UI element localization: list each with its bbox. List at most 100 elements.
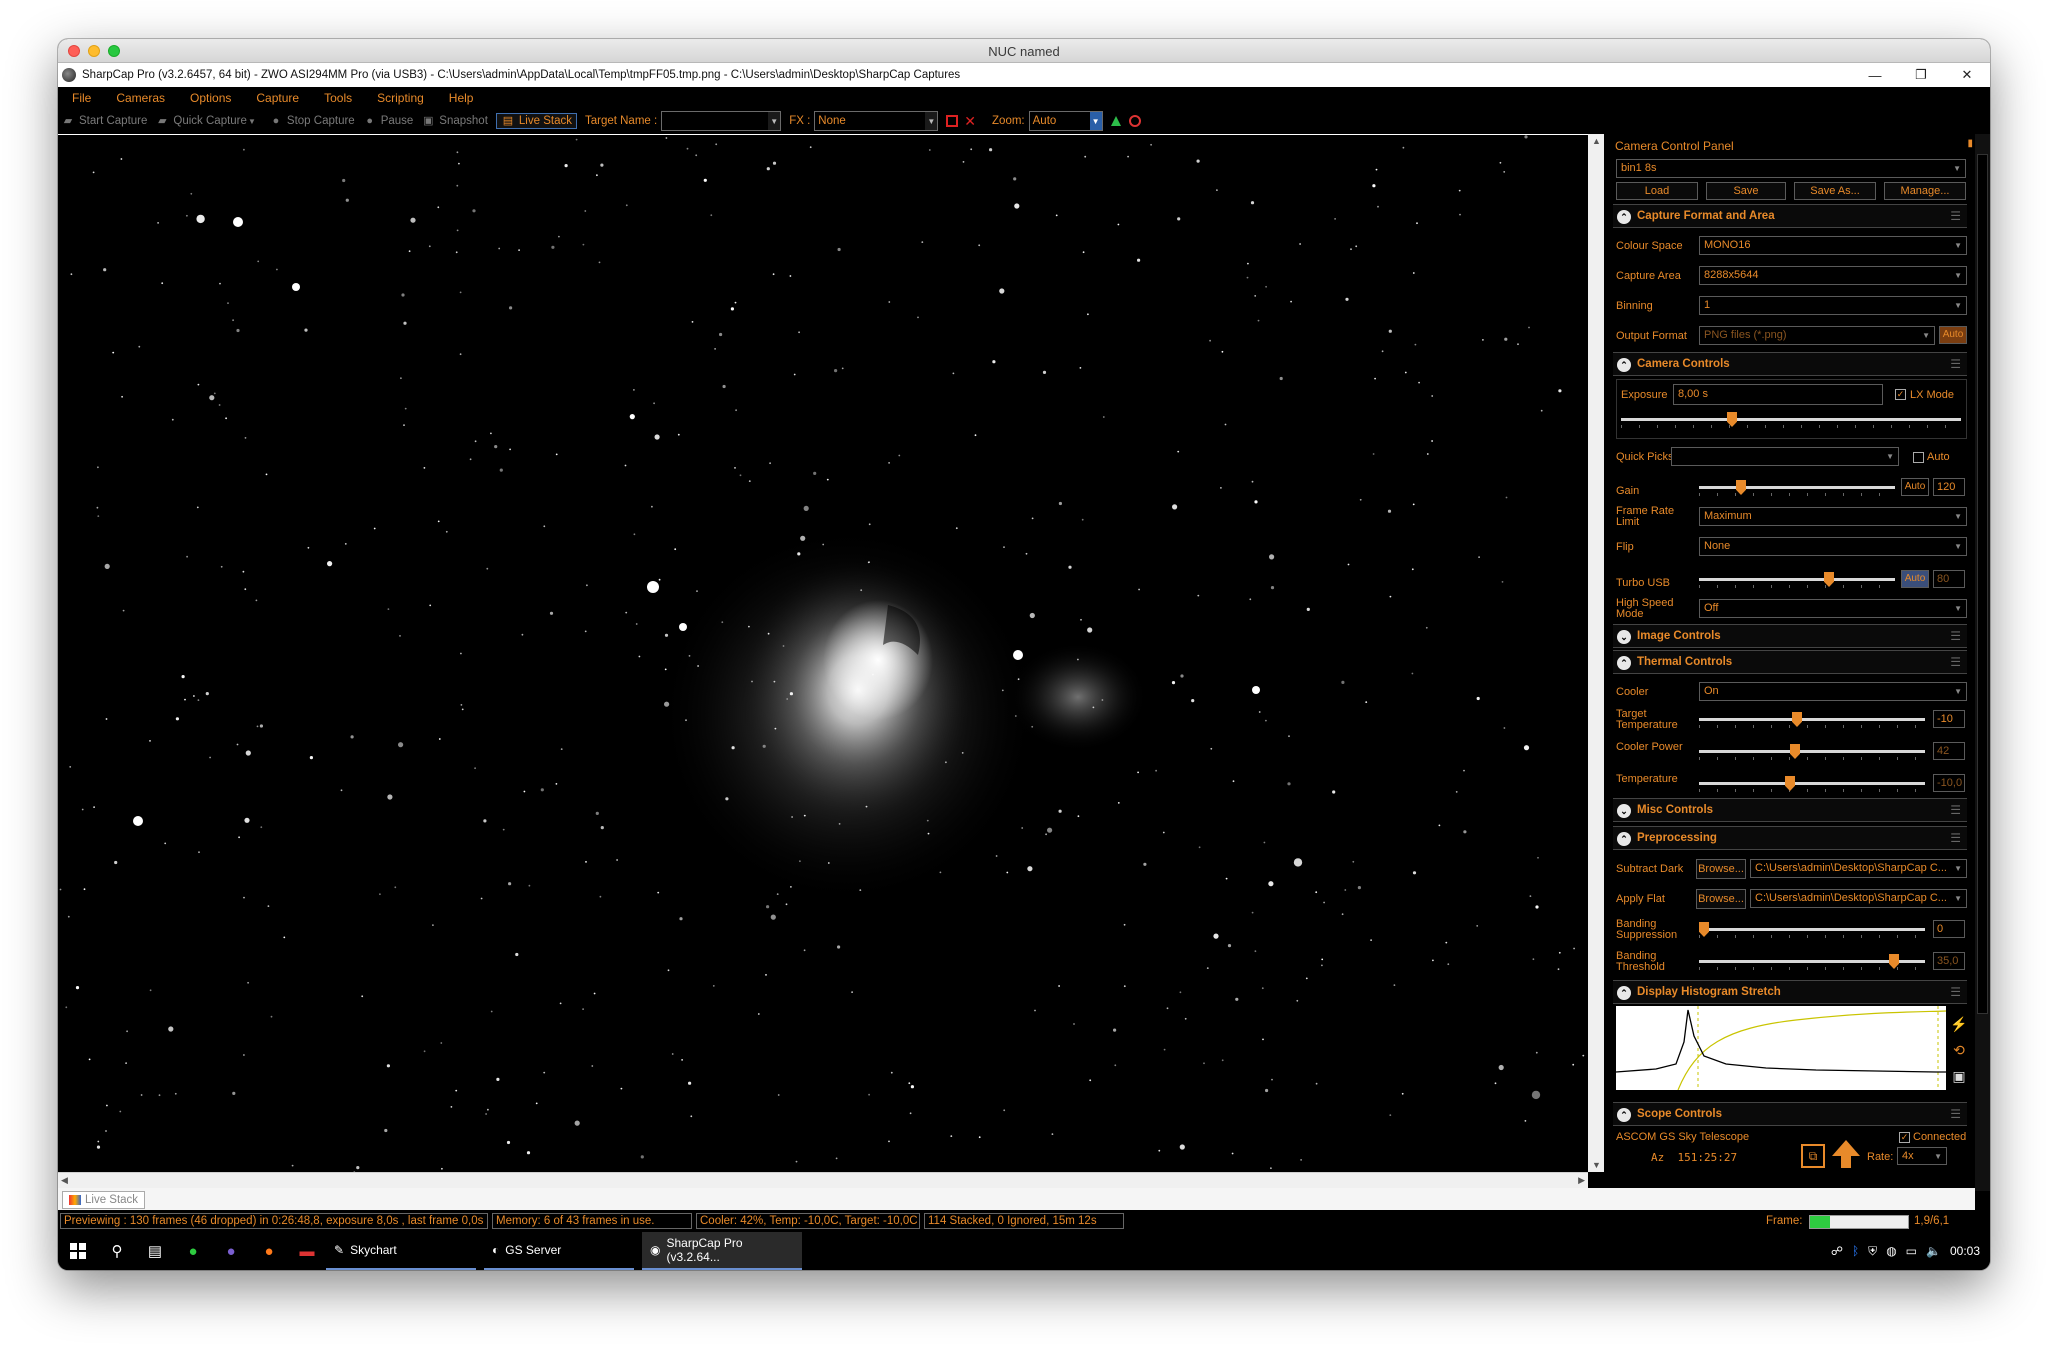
menu-icon[interactable]: ☰ xyxy=(1950,357,1961,371)
start-capture-button[interactable]: ▰ Start Capture xyxy=(61,115,148,127)
gain-slider[interactable] xyxy=(1699,480,1895,496)
chevron-down-icon[interactable]: ▼ xyxy=(768,112,781,130)
menu-help[interactable]: Help xyxy=(443,91,474,105)
banding-suppression-input[interactable]: 0 xyxy=(1933,920,1965,938)
banding-threshold-slider[interactable] xyxy=(1699,954,1925,970)
panel-scrollbar-thumb[interactable] xyxy=(1977,154,1988,1014)
banding-threshold-input[interactable]: 35,0 xyxy=(1933,952,1965,970)
quick-capture-button[interactable]: ▰ Quick Capture ▼ xyxy=(155,115,261,127)
chevron-down-icon[interactable]: ▼ xyxy=(247,116,257,127)
panel-scrollbar[interactable] xyxy=(1975,134,1990,1191)
taskbar-app-sharpcap[interactable]: ◉ SharpCap Pro (v3.2.64... xyxy=(642,1232,802,1270)
taskbar-app-gs-server[interactable]: ◐ GS Server xyxy=(484,1232,634,1270)
load-button[interactable]: Load xyxy=(1616,182,1698,200)
image-controls-header[interactable]: ⌄ Image Controls ☰ xyxy=(1613,624,1967,648)
rate-select[interactable]: 4x ▼ xyxy=(1897,1147,1947,1165)
quick-picks-auto-checkbox[interactable] xyxy=(1913,452,1924,463)
pin-icon[interactable]: ▮ xyxy=(1967,138,1973,149)
bluetooth-icon[interactable]: ᛒ xyxy=(1852,1244,1859,1258)
turbo-usb-slider[interactable] xyxy=(1699,572,1895,588)
globe-icon[interactable]: ◍ xyxy=(1886,1244,1896,1258)
dark-file-select[interactable]: C:\Users\admin\Desktop\SharpCap C... ▼ xyxy=(1750,859,1967,878)
task-view-icon[interactable]: ▤ xyxy=(136,1242,174,1260)
browse-flat-button[interactable]: Browse... xyxy=(1696,889,1746,909)
monitor-icon[interactable]: ▭ xyxy=(1906,1244,1917,1258)
start-button[interactable] xyxy=(58,1243,98,1259)
thermal-controls-header[interactable]: ⌃ Thermal Controls ☰ xyxy=(1613,650,1967,674)
frame-rate-select[interactable]: Maximum ▼ xyxy=(1699,507,1967,526)
histogram-chart[interactable] xyxy=(1616,1006,1946,1090)
menu-icon[interactable]: ☰ xyxy=(1950,985,1961,999)
flip-select[interactable]: None ▼ xyxy=(1699,537,1967,556)
pause-button[interactable]: ● Pause xyxy=(363,115,413,127)
stop-capture-button[interactable]: ● Stop Capture xyxy=(269,115,355,127)
close-button[interactable]: ✕ xyxy=(1944,63,1990,87)
snapshot-button[interactable]: ▣ Snapshot xyxy=(421,115,488,127)
clock[interactable]: 00:03 xyxy=(1950,1244,1980,1258)
camera-controls-header[interactable]: ⌃ Camera Controls ☰ xyxy=(1613,352,1967,376)
exposure-slider[interactable] xyxy=(1621,412,1961,428)
green-app-icon[interactable]: ● xyxy=(174,1243,212,1260)
manage-button[interactable]: Manage... xyxy=(1884,182,1966,200)
asi-app-icon[interactable]: ▬ xyxy=(288,1243,326,1260)
scroll-up-icon[interactable]: ▲ xyxy=(1592,136,1601,146)
minimize-button[interactable]: — xyxy=(1852,63,1898,87)
misc-controls-header[interactable]: ⌄ Misc Controls ☰ xyxy=(1613,798,1967,822)
cooler-power-slider[interactable] xyxy=(1699,744,1925,760)
scroll-left-icon[interactable]: ◀ xyxy=(61,1175,68,1186)
zoom-select[interactable]: Auto ▼ xyxy=(1028,111,1103,131)
firefox-icon[interactable]: ● xyxy=(250,1243,288,1260)
menu-icon[interactable]: ☰ xyxy=(1950,655,1961,669)
output-format-select[interactable]: PNG files (*.png) ▼ xyxy=(1699,326,1935,345)
histogram-icon[interactable] xyxy=(1110,116,1121,126)
save-button[interactable]: Save xyxy=(1706,182,1786,200)
security-icon[interactable]: ⛨ xyxy=(1868,1244,1877,1259)
chevron-down-icon[interactable]: ▼ xyxy=(925,112,938,130)
lx-mode-checkbox[interactable]: ✓ xyxy=(1895,389,1906,400)
reset-icon[interactable]: ⟲ xyxy=(1949,1040,1969,1060)
browse-dark-button[interactable]: Browse... xyxy=(1696,859,1746,879)
scroll-right-icon[interactable]: ▶ xyxy=(1578,1175,1585,1186)
capture-area-select[interactable]: 8288x5644 ▼ xyxy=(1699,266,1967,285)
image-horizontal-scrollbar[interactable]: ◀ ▶ xyxy=(58,1172,1588,1188)
scroll-down-icon[interactable]: ▼ xyxy=(1592,1160,1601,1170)
fx-select[interactable]: None ▼ xyxy=(814,111,939,131)
preprocessing-header[interactable]: ⌃ Preprocessing ☰ xyxy=(1613,826,1967,850)
turbo-usb-auto-button[interactable]: Auto xyxy=(1901,570,1929,588)
turbo-usb-input[interactable]: 80 xyxy=(1933,570,1965,588)
focus-assist-icon[interactable] xyxy=(1128,115,1141,127)
volume-icon[interactable]: 🔈 xyxy=(1926,1244,1941,1258)
high-speed-mode-select[interactable]: Off ▼ xyxy=(1699,599,1967,618)
live-stack-button[interactable]: ▤ Live Stack xyxy=(495,113,577,129)
histogram-header[interactable]: ⌃ Display Histogram Stretch ☰ xyxy=(1613,980,1967,1004)
output-format-auto-button[interactable]: Auto xyxy=(1939,326,1967,344)
cooler-select[interactable]: On ▼ xyxy=(1699,682,1967,701)
reticle-square-icon[interactable] xyxy=(946,115,959,127)
stellarium-icon[interactable]: ● xyxy=(212,1243,250,1260)
flat-file-select[interactable]: C:\Users\admin\Desktop\SharpCap C... ▼ xyxy=(1750,889,1967,908)
network-app-icon[interactable]: ☍ xyxy=(1831,1244,1843,1258)
menu-file[interactable]: File xyxy=(66,91,91,105)
image-vertical-scrollbar[interactable]: ▲ ▼ xyxy=(1588,134,1604,1172)
binning-select[interactable]: 1 ▼ xyxy=(1699,296,1967,315)
menu-scripting[interactable]: Scripting xyxy=(371,91,424,105)
exposure-input[interactable]: 8,00 s xyxy=(1673,384,1883,405)
menu-options[interactable]: Options xyxy=(184,91,231,105)
colour-space-select[interactable]: MONO16 ▼ xyxy=(1699,236,1967,255)
quick-picks-select[interactable]: ▼ xyxy=(1671,447,1899,466)
chevron-down-icon[interactable]: ▼ xyxy=(1089,112,1102,130)
capture-format-header[interactable]: ⌃ Capture Format and Area ☰ xyxy=(1613,204,1967,228)
gain-auto-button[interactable]: Auto xyxy=(1901,478,1929,496)
live-stack-tab[interactable]: Live Stack xyxy=(62,1191,146,1209)
menu-icon[interactable]: ☰ xyxy=(1950,803,1961,817)
target-temperature-input[interactable]: -10 xyxy=(1933,710,1965,728)
profile-select[interactable]: bin1 8s ▼ xyxy=(1616,159,1966,178)
banding-suppression-slider[interactable] xyxy=(1699,922,1925,938)
save-icon[interactable]: ▣ xyxy=(1949,1066,1969,1086)
restore-button[interactable]: ❐ xyxy=(1898,63,1944,87)
taskbar-app-skychart[interactable]: ✎ Skychart xyxy=(326,1232,476,1270)
menu-cameras[interactable]: Cameras xyxy=(110,91,165,105)
auto-stretch-icon[interactable]: ⚡ xyxy=(1949,1014,1969,1034)
menu-icon[interactable]: ☰ xyxy=(1950,629,1961,643)
camera-image-view[interactable] xyxy=(58,134,1588,1172)
